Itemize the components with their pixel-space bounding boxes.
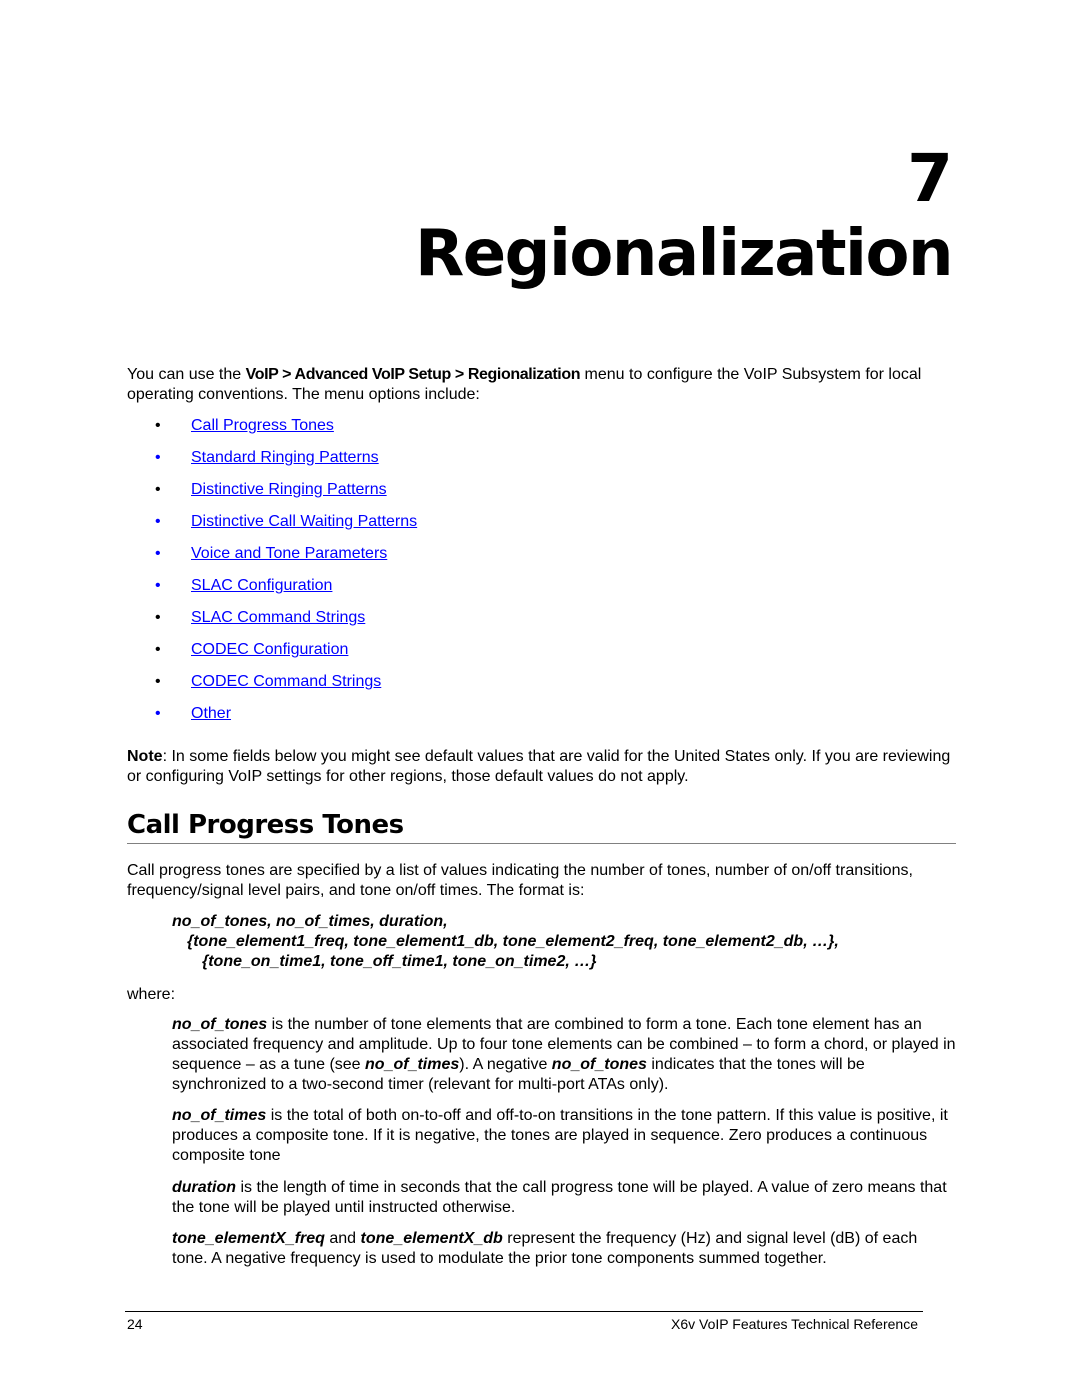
definition-no-of-times: no_of_times is the total of both on-to-o…	[172, 1106, 957, 1166]
list-item: • Call Progress Tones	[155, 416, 417, 448]
link-codec-command-strings[interactable]: CODEC Command Strings	[191, 672, 381, 692]
list-item: • Other	[155, 704, 417, 736]
section-intro: Call progress tones are specified by a l…	[127, 862, 913, 899]
link-voice-and-tone-parameters[interactable]: Voice and Tone Parameters	[191, 544, 387, 564]
note-label: Note	[127, 748, 163, 765]
link-slac-command-strings[interactable]: SLAC Command Strings	[191, 608, 365, 628]
term: no_of_times	[172, 1107, 267, 1124]
link-other[interactable]: Other	[191, 704, 231, 724]
link-distinctive-ringing-patterns[interactable]: Distinctive Ringing Patterns	[191, 480, 387, 500]
syntax-line: {tone_on_time1, tone_off_time1, tone_on_…	[202, 953, 597, 970]
chapter-title: Regionalization	[414, 217, 954, 291]
note-paragraph: Note: In some fields below you might see…	[127, 747, 957, 787]
bullet-icon: •	[155, 705, 161, 722]
bullet-icon: •	[155, 673, 161, 690]
note-text: : In some fields below you might see def…	[127, 748, 951, 785]
list-item: • SLAC Command Strings	[155, 608, 417, 640]
syntax-line: no_of_tones, no_of_times, duration,	[172, 913, 448, 930]
link-slac-configuration[interactable]: SLAC Configuration	[191, 576, 332, 596]
section-title: Call Progress Tones	[127, 810, 404, 840]
bullet-icon: •	[155, 577, 161, 594]
list-item: • Distinctive Call Waiting Patterns	[155, 512, 417, 544]
term: duration	[172, 1179, 236, 1196]
list-item: • CODEC Configuration	[155, 640, 417, 672]
menu-path: VoIP > Advanced VoIP Setup > Regionaliza…	[245, 366, 581, 383]
definition-no-of-tones: no_of_tones is the number of tone elemen…	[172, 1015, 957, 1095]
where-label: where:	[127, 986, 176, 1003]
intro-prefix: You can use the	[127, 366, 246, 383]
bullet-icon: •	[155, 481, 161, 498]
definition-tone-element: tone_elementX_freq and tone_elementX_db …	[172, 1229, 957, 1269]
list-item: • CODEC Command Strings	[155, 672, 417, 704]
bullet-icon: •	[155, 513, 161, 530]
bullet-icon: •	[155, 449, 161, 466]
document-page: 7 Regionalization You can use the VoIP >…	[0, 0, 1080, 1397]
link-distinctive-call-waiting-patterns[interactable]: Distinctive Call Waiting Patterns	[191, 512, 417, 532]
intro-paragraph: You can use the VoIP > Advanced VoIP Set…	[127, 365, 957, 405]
list-item: • Voice and Tone Parameters	[155, 544, 417, 576]
page-number: 24	[127, 1316, 143, 1332]
term: tone_elementX_freq	[172, 1230, 325, 1247]
footer-doc-title: X6v VoIP Features Technical Reference	[671, 1316, 918, 1332]
definition-text: is the length of time in seconds that th…	[172, 1179, 947, 1216]
footer-divider	[125, 1311, 923, 1312]
term: tone_elementX_db	[360, 1230, 503, 1247]
link-codec-configuration[interactable]: CODEC Configuration	[191, 640, 348, 660]
bullet-icon: •	[155, 545, 161, 562]
format-syntax: no_of_tones, no_of_times, duration, {ton…	[172, 912, 839, 972]
bullet-icon: •	[155, 609, 161, 626]
term-reference: no_of_tones	[551, 1056, 647, 1073]
section-divider	[127, 843, 956, 844]
syntax-line: {tone_element1_freq, tone_element1_db, t…	[187, 933, 839, 950]
bullet-icon: •	[155, 417, 161, 434]
definition-text: is the total of both on-to-off and off-t…	[172, 1107, 948, 1164]
definition-text: ). A negative	[459, 1056, 552, 1073]
link-standard-ringing-patterns[interactable]: Standard Ringing Patterns	[191, 448, 379, 468]
bullet-icon: •	[155, 641, 161, 658]
link-call-progress-tones[interactable]: Call Progress Tones	[191, 416, 334, 436]
term: no_of_tones	[172, 1016, 268, 1033]
list-item: • SLAC Configuration	[155, 576, 417, 608]
chapter-number: 7	[907, 140, 953, 217]
menu-options-list: • Call Progress Tones • Standard Ringing P…	[155, 416, 417, 736]
definition-text: and	[324, 1230, 361, 1247]
list-item: • Distinctive Ringing Patterns	[155, 480, 417, 512]
list-item: • Standard Ringing Patterns	[155, 448, 417, 480]
definition-duration: duration is the length of time in second…	[172, 1178, 957, 1218]
term-reference: no_of_times	[365, 1056, 460, 1073]
